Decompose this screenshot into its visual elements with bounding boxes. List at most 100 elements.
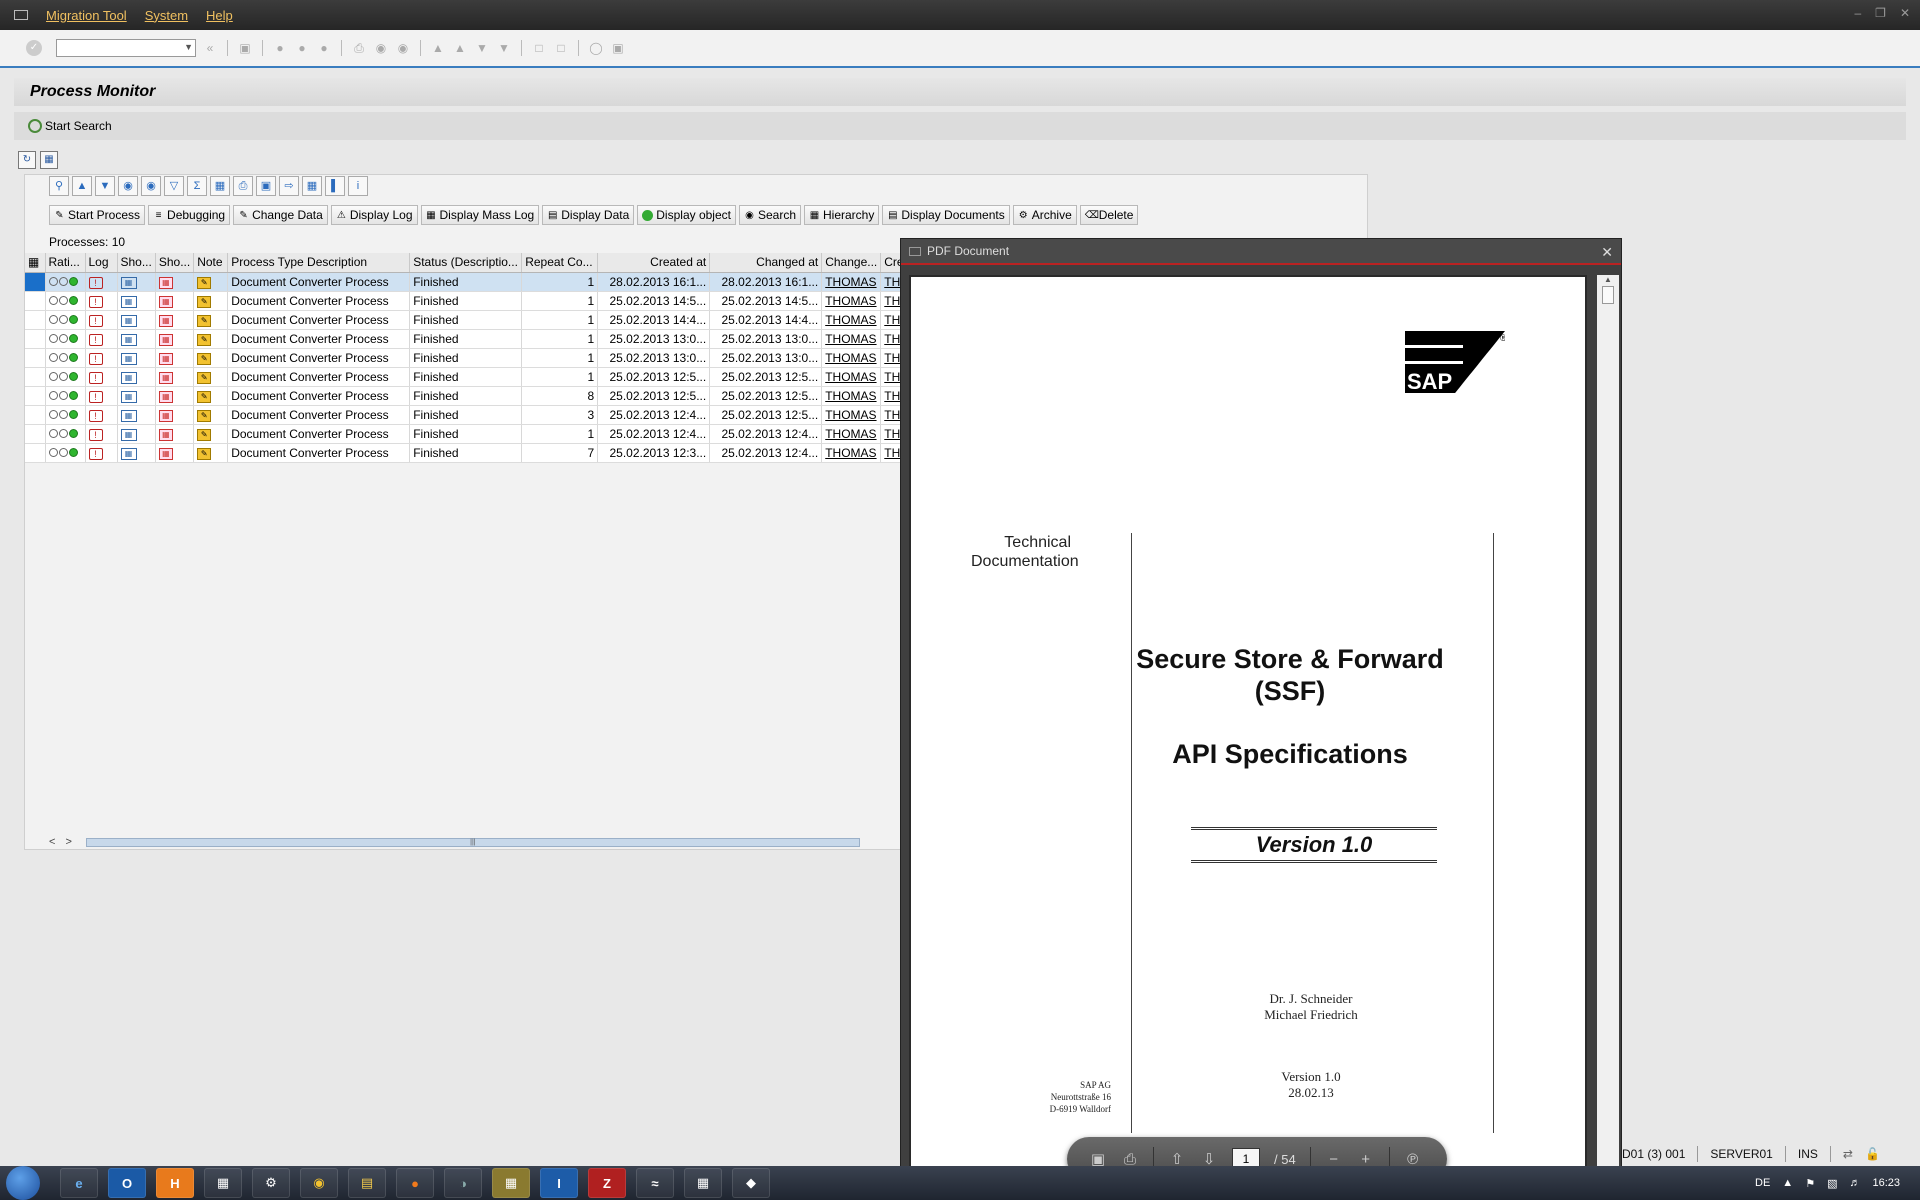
layout-menu-icon[interactable]: ▣ (610, 41, 626, 55)
firefox-icon[interactable]: ● (396, 1168, 434, 1198)
print-icon[interactable]: ⎙ (1121, 1151, 1139, 1168)
display-data-button[interactable]: ▤ Display Data (542, 205, 635, 225)
traffic-light-icon[interactable] (45, 348, 86, 368)
changed-by-link[interactable]: THOMAS (821, 310, 882, 330)
column-header[interactable]: Note (193, 253, 229, 273)
column-header[interactable]: Repeat Co... (521, 253, 599, 273)
traffic-light-icon[interactable] (45, 329, 86, 349)
zoom-out-icon[interactable]: − (1325, 1151, 1343, 1168)
changed-by-link[interactable]: THOMAS (821, 272, 882, 292)
show-object-icon[interactable]: ▦ (155, 424, 195, 444)
note-icon[interactable]: ✎ (193, 367, 229, 387)
language-indicator[interactable]: DE (1755, 1177, 1770, 1189)
traffic-light-icon[interactable] (45, 310, 86, 330)
session-info[interactable]: D01 (3) 001 (1622, 1147, 1685, 1161)
log-icon[interactable]: ! (85, 272, 118, 292)
scroll-up-icon[interactable]: ▲ (1597, 275, 1619, 284)
column-header[interactable]: Log (85, 253, 118, 273)
filter-icon[interactable]: ▽ (164, 176, 184, 196)
scroll-right-icon[interactable]: > (65, 836, 71, 848)
layout-icon[interactable]: ▦ (302, 176, 322, 196)
tray-expand-icon[interactable]: ▲ (1782, 1177, 1793, 1189)
column-header[interactable]: Rati... (45, 253, 86, 273)
log-icon[interactable]: ! (85, 291, 118, 311)
show-data-icon[interactable]: ▦ (117, 348, 156, 368)
close-icon[interactable]: ✕ (1601, 244, 1613, 261)
clock[interactable]: 16:23 (1872, 1177, 1900, 1189)
menu-system[interactable]: System (139, 8, 200, 23)
column-header[interactable]: Sho... (155, 253, 195, 273)
note-icon[interactable]: ✎ (193, 310, 229, 330)
previous-page-icon[interactable]: ▲ (452, 41, 468, 55)
hierarchy-button[interactable]: ▦ Hierarchy (804, 205, 880, 225)
acrobat-icon[interactable]: ℗ (1404, 1151, 1422, 1168)
print-icon[interactable]: ⎙ (351, 41, 367, 55)
traffic-light-icon[interactable] (45, 367, 86, 387)
sort-descending-icon[interactable]: ▼ (95, 176, 115, 196)
log-icon[interactable]: ! (85, 386, 118, 406)
show-object-icon[interactable]: ▦ (155, 386, 195, 406)
back-icon[interactable]: ● (272, 41, 288, 55)
log-icon[interactable]: ! (85, 424, 118, 444)
graphic-icon[interactable]: ▌ (325, 176, 345, 196)
changed-by-link[interactable]: THOMAS (821, 291, 882, 311)
column-header[interactable]: Status (Descriptio... (409, 253, 523, 273)
traffic-light-icon[interactable] (45, 424, 86, 444)
tool-app-icon[interactable]: ⚙ (252, 1168, 290, 1198)
traffic-light-icon[interactable] (45, 272, 86, 292)
start-process-button[interactable]: ✎ Start Process (49, 205, 146, 225)
exit-icon[interactable]: ● (294, 41, 310, 55)
find-icon[interactable]: ◉ (118, 176, 138, 196)
show-data-icon[interactable]: ▦ (117, 291, 156, 311)
new-session-icon[interactable]: □ (531, 41, 547, 55)
subtotal-icon[interactable]: ▦ (210, 176, 230, 196)
show-object-icon[interactable]: ▦ (155, 367, 195, 387)
network-icon[interactable]: ▧ (1827, 1177, 1837, 1190)
note-icon[interactable]: ✎ (193, 443, 229, 463)
document-icon[interactable]: ▦ (40, 151, 58, 169)
table-row[interactable]: ! ▦ ▦ ✎ Document Converter Process Finished 1 2… (25, 310, 915, 330)
note-icon[interactable]: ✎ (193, 386, 229, 406)
debugging-button[interactable]: ≡ Debugging (148, 205, 231, 225)
show-data-icon[interactable]: ▦ (117, 424, 156, 444)
minimize-icon[interactable]: – (1854, 6, 1861, 20)
show-object-icon[interactable]: ▦ (155, 329, 195, 349)
display-mass-log-button[interactable]: ▦ Display Mass Log (420, 205, 540, 225)
cancel-icon[interactable]: ● (316, 41, 332, 55)
find-next-icon[interactable]: ◉ (395, 41, 411, 55)
table-row[interactable]: ! ▦ ▦ ✎ Document Converter Process Finished 1 2… (25, 424, 915, 444)
changed-by-link[interactable]: THOMAS (821, 386, 882, 406)
shortcut-icon[interactable]: □ (553, 41, 569, 55)
print-preview-icon[interactable]: ⎙ (233, 176, 253, 196)
chrome-icon[interactable]: ◉ (300, 1168, 338, 1198)
start-button[interactable] (6, 1166, 40, 1200)
table-row[interactable]: ! ▦ ▦ ✎ Document Converter Process Finished 1 2… (25, 272, 915, 292)
show-data-icon[interactable]: ▦ (117, 310, 156, 330)
flag-icon[interactable]: ⚑ (1805, 1177, 1815, 1190)
change-data-button[interactable]: ✎ Change Data (233, 205, 328, 225)
show-data-icon[interactable]: ▦ (117, 405, 156, 425)
horizontal-scrollbar[interactable]: < > ||| (49, 835, 889, 849)
log-icon[interactable]: ! (85, 329, 118, 349)
display-documents-button[interactable]: ▤ Display Documents (882, 205, 1010, 225)
scroll-thumb[interactable]: ||| (85, 837, 860, 847)
restore-icon[interactable]: ❐ (1875, 6, 1886, 20)
changed-by-link[interactable]: THOMAS (821, 348, 882, 368)
folder-icon[interactable]: ▤ (348, 1168, 386, 1198)
delete-button[interactable]: ⌫ Delete (1079, 205, 1139, 225)
table-row[interactable]: ! ▦ ▦ ✎ Document Converter Process Finished 1 2… (25, 291, 915, 311)
table-row[interactable]: ! ▦ ▦ ✎ Document Converter Process Finished 1 2… (25, 329, 915, 349)
traffic-light-icon[interactable] (45, 386, 86, 406)
select-all-icon[interactable]: ▦ (25, 253, 46, 273)
scroll-thumb[interactable] (1602, 286, 1614, 304)
table-row[interactable]: ! ▦ ▦ ✎ Document Converter Process Finished 1 2… (25, 367, 915, 387)
log-icon[interactable]: ! (85, 405, 118, 425)
changed-by-link[interactable]: THOMAS (821, 405, 882, 425)
sort-ascending-icon[interactable]: ▲ (72, 176, 92, 196)
menu-migration-tool[interactable]: Migration Tool (40, 8, 139, 23)
table-row[interactable]: ! ▦ ▦ ✎ Document Converter Process Finished 7 2… (25, 443, 915, 463)
note-icon[interactable]: ✎ (193, 405, 229, 425)
internet-explorer-icon[interactable]: e (60, 1168, 98, 1198)
column-header[interactable]: Created at (597, 253, 711, 273)
sap-logon-icon[interactable]: ▦ (492, 1168, 530, 1198)
